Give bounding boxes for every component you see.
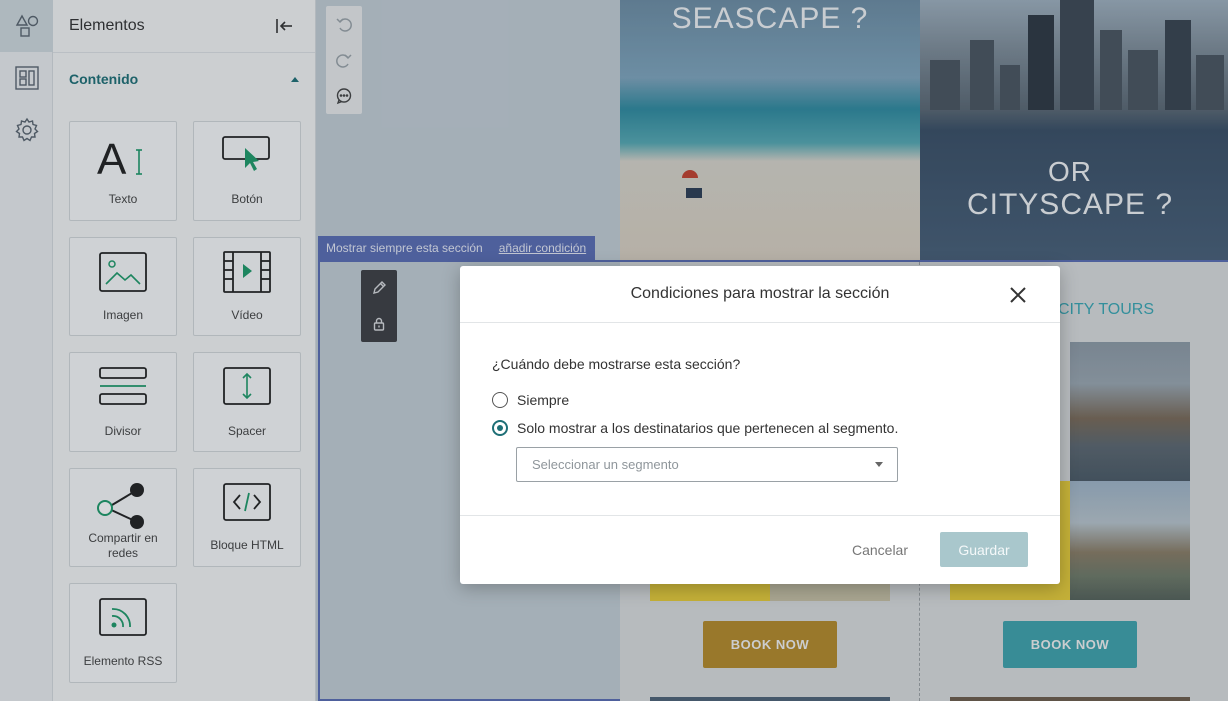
option-always-row[interactable]: Siempre — [492, 391, 1028, 409]
modal-body: ¿Cuándo debe mostrarse esta sección? Sie… — [460, 323, 1060, 516]
radio-always[interactable] — [492, 392, 508, 408]
cancel-button[interactable]: Cancelar — [852, 542, 908, 558]
section-conditions-modal: Condiciones para mostrar la sección ¿Cuá… — [460, 266, 1060, 584]
caret-down-icon — [875, 462, 883, 467]
option-segment-row[interactable]: Solo mostrar a los destinatarios que per… — [492, 419, 1028, 437]
save-button[interactable]: Guardar — [940, 532, 1028, 567]
condition-question: ¿Cuándo debe mostrarse esta sección? — [492, 356, 741, 372]
segment-select-placeholder: Seleccionar un segmento — [532, 457, 679, 472]
option-segment-label: Solo mostrar a los destinatarios que per… — [517, 420, 899, 436]
modal-footer: Cancelar Guardar — [460, 516, 1060, 583]
radio-segment[interactable] — [492, 420, 508, 436]
segment-select[interactable]: Seleccionar un segmento — [516, 447, 898, 482]
modal-title: Condiciones para mostrar la sección — [630, 285, 890, 302]
close-icon[interactable] — [1006, 283, 1030, 307]
option-always-label: Siempre — [517, 392, 570, 408]
modal-header: Condiciones para mostrar la sección — [460, 266, 1060, 323]
